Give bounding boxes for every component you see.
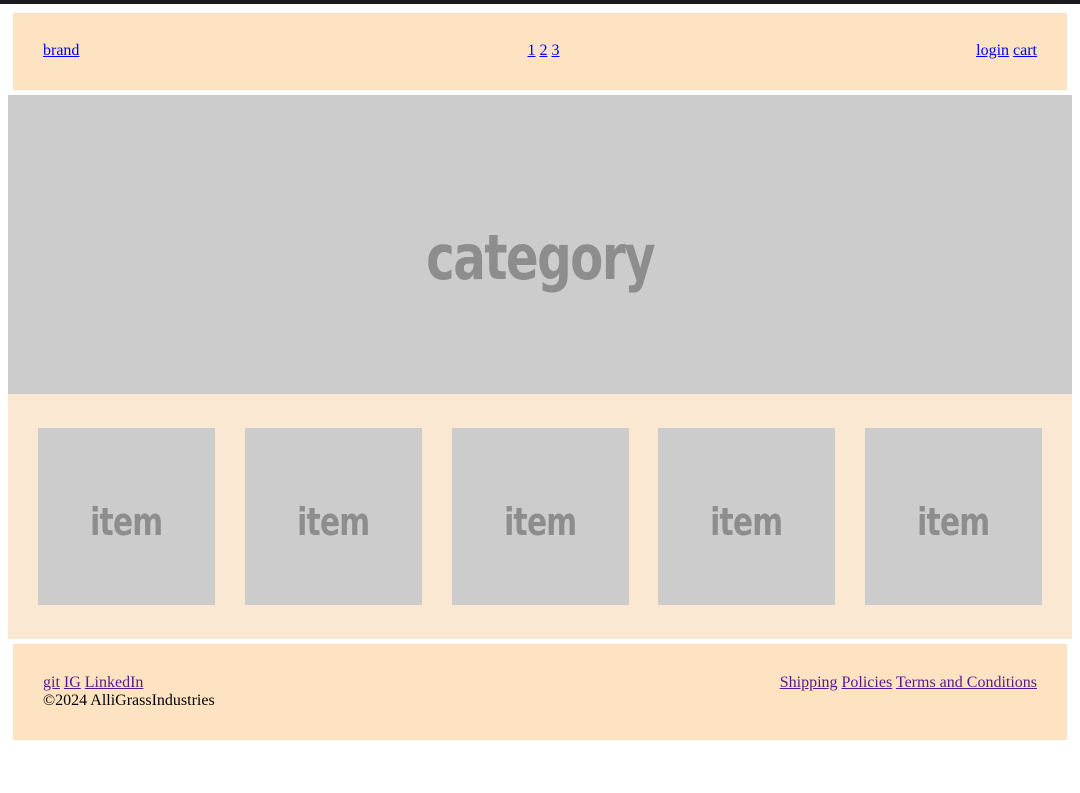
page-link-3[interactable]: 3 <box>552 42 560 59</box>
shipping-link[interactable]: Shipping <box>780 674 838 691</box>
item-label: item <box>917 499 990 544</box>
item-label: item <box>90 499 163 544</box>
cart-link[interactable]: cart <box>1013 42 1037 59</box>
item-card[interactable]: item <box>865 428 1042 605</box>
copyright-text: ©2024 AlliGrassIndustries <box>43 692 215 709</box>
page-link-2[interactable]: 2 <box>540 42 548 59</box>
site-header: brand 1 2 3 login cart <box>13 13 1067 90</box>
category-label: category <box>426 221 656 294</box>
item-card[interactable]: item <box>38 428 215 605</box>
linkedin-link[interactable]: LinkedIn <box>85 674 144 691</box>
item-label: item <box>710 499 783 544</box>
footer-left: git IG LinkedIn ©2024 AlliGrassIndustrie… <box>43 674 215 710</box>
policies-link[interactable]: Policies <box>842 674 893 691</box>
page-link-1[interactable]: 1 <box>528 42 536 59</box>
item-card[interactable]: item <box>452 428 629 605</box>
footer-right: Shipping Policies Terms and Conditions <box>780 674 1037 692</box>
instagram-link[interactable]: IG <box>64 674 81 691</box>
page-nav: 1 2 3 <box>13 42 1074 60</box>
header-right: login cart <box>976 42 1037 60</box>
item-label: item <box>504 499 577 544</box>
git-link[interactable]: git <box>43 674 60 691</box>
items-section: item item item item item <box>8 394 1072 639</box>
login-link[interactable]: login <box>976 42 1009 59</box>
item-card[interactable]: item <box>245 428 422 605</box>
item-label: item <box>297 499 370 544</box>
category-hero[interactable]: category <box>8 95 1072 394</box>
top-border <box>0 0 1080 4</box>
item-card[interactable]: item <box>658 428 835 605</box>
terms-link[interactable]: Terms and Conditions <box>896 674 1037 691</box>
site-footer: git IG LinkedIn ©2024 AlliGrassIndustrie… <box>13 644 1067 740</box>
